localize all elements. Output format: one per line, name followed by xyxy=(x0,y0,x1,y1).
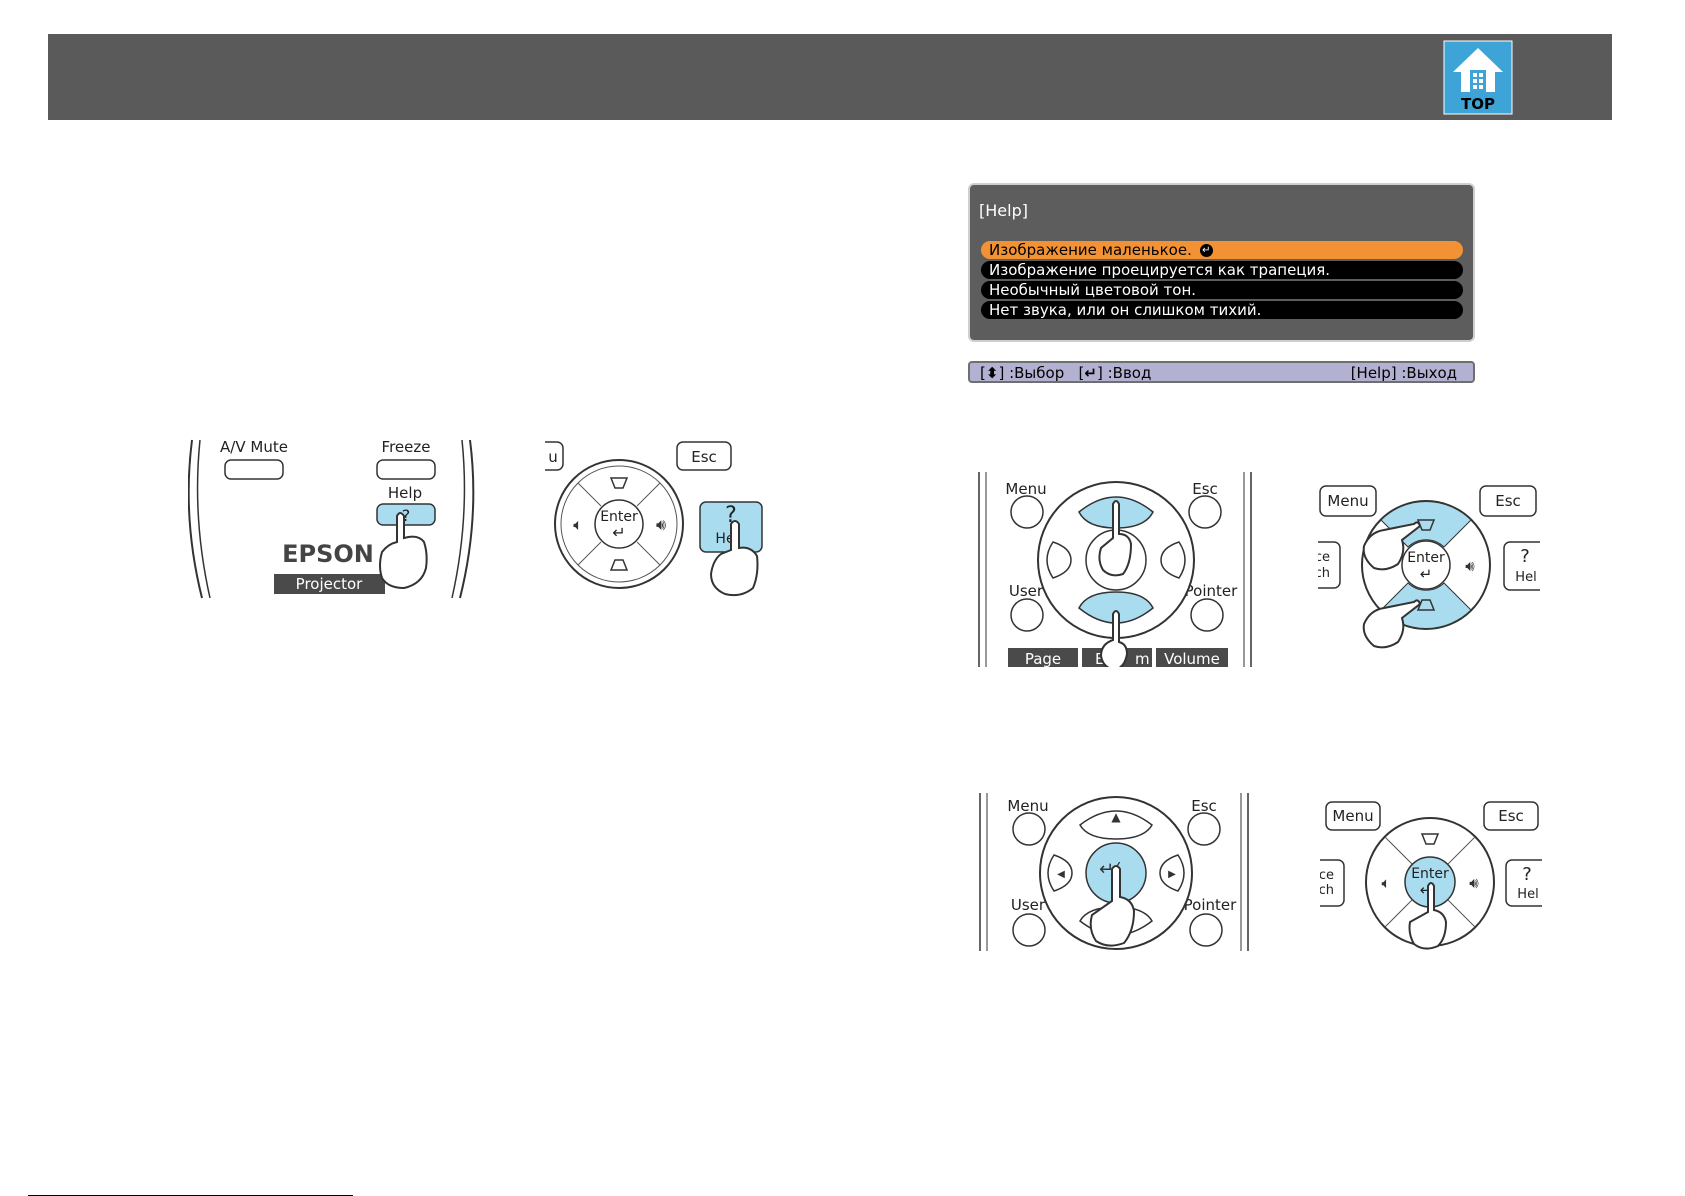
label-text: Hel xyxy=(1517,887,1538,902)
volume-up-icon: 🔊︎ xyxy=(1465,557,1475,575)
volume-up-icon: 🔊︎ xyxy=(1469,874,1479,892)
label-text: m xyxy=(1135,650,1150,667)
label-text: ? xyxy=(1522,864,1532,885)
volume-up-icon: 🔊︎ xyxy=(656,515,666,534)
remote-control-navigate-illustration: Menu Esc User Pointer ↵⁄ Page E- m Volum… xyxy=(978,472,1252,667)
user-button[interactable] xyxy=(1010,598,1044,632)
enter-arrow-icon: ↵ xyxy=(612,523,625,542)
volume-down-icon: 🔈︎ xyxy=(573,515,583,534)
label-text: Изображение маленькое. xyxy=(989,241,1192,259)
help-title: [Help] xyxy=(979,201,1028,220)
help-menu-screen: [Help] Изображение маленькое. ↵ Изображен… xyxy=(968,183,1475,342)
footer-select-label: :Выбор xyxy=(1009,364,1065,382)
help-label: Help xyxy=(388,484,422,502)
av-mute-label: A/V Mute xyxy=(220,438,288,456)
label-text: Pointer xyxy=(1185,582,1238,600)
select-key-icon: [⬍] xyxy=(980,364,1005,382)
label-text: User xyxy=(1009,582,1044,600)
label-text: Page xyxy=(1025,650,1061,667)
control-panel-navigate-illustration: Menu Esc urce arch ? Hel Enter ↵ 🔊︎ xyxy=(1318,485,1540,649)
remote-control-help-illustration: A/V Mute Freeze Help ? EPSON Projector xyxy=(188,438,475,599)
top-icon-label: TOP xyxy=(1461,95,1495,113)
label-text: Esc xyxy=(1498,807,1524,825)
esc-button[interactable] xyxy=(1188,495,1222,529)
label-text: urce xyxy=(1318,550,1330,565)
label-text: ? xyxy=(1520,546,1530,567)
help-item[interactable]: Необычный цветовой тон. xyxy=(981,281,1463,299)
remote-control-enter-illustration: Menu Esc User Pointer ↵⁄ ▲ ◀ ▶ xyxy=(979,793,1249,951)
menu-button[interactable] xyxy=(1010,495,1044,529)
esc-button[interactable] xyxy=(1187,812,1221,846)
volume-down-icon: 🔈︎ xyxy=(1381,874,1390,892)
help-item-selected[interactable]: Изображение маленькое. ↵ xyxy=(981,241,1463,259)
freeze-button[interactable] xyxy=(376,459,436,480)
label-text: Hel xyxy=(1515,570,1536,585)
av-mute-button[interactable] xyxy=(224,459,284,480)
label-text: Menu xyxy=(1332,807,1373,825)
brand-logo: EPSON xyxy=(282,540,374,568)
help-footer-bar: [⬍] :Выбор [↵] :Ввод [Help] :Выход xyxy=(968,361,1475,383)
control-panel-enter-illustration: Menu Esc urce arch ? Hel Enter ↵ 🔈︎ 🔊︎ xyxy=(1320,801,1542,950)
label-text: urce xyxy=(1320,868,1334,883)
top-icon: TOP xyxy=(1443,40,1513,115)
label-text: Enter xyxy=(1411,866,1449,882)
enter-icon: ↵ xyxy=(1199,244,1213,257)
control-panel-help-illustration: u Esc Enter ↵ 🔈︎ 🔊︎ ? He xyxy=(545,441,763,597)
right-arrow-icon: ▶ xyxy=(1168,869,1176,880)
user-button[interactable] xyxy=(1012,913,1046,947)
label-text: Esc xyxy=(691,448,717,466)
enter-key-icon: [↵] xyxy=(1078,364,1103,382)
label-text: Esc xyxy=(1495,492,1521,510)
pointer-button[interactable] xyxy=(1190,598,1224,632)
header-bar xyxy=(48,34,1612,120)
help-item[interactable]: Нет звука, или он слишком тихий. xyxy=(981,301,1463,319)
label-text: arch xyxy=(1318,566,1330,581)
left-arrow-icon: ◀ xyxy=(1057,869,1065,880)
enter-arrow-icon: ↵ xyxy=(1420,565,1433,583)
help-item[interactable]: Изображение проецируется как трапеция. xyxy=(981,261,1463,279)
label-text: Volume xyxy=(1164,650,1220,667)
label-text: Pointer xyxy=(1184,896,1237,914)
footer-exit-label: :Выход xyxy=(1401,364,1457,382)
top-link[interactable]: TOP xyxy=(1443,40,1513,115)
freeze-label: Freeze xyxy=(382,438,431,456)
projector-label: Projector xyxy=(296,575,363,593)
label-text: User xyxy=(1011,896,1046,914)
footer-enter-label: :Ввод xyxy=(1107,364,1152,382)
pointer-button[interactable] xyxy=(1189,913,1223,947)
source-search-button[interactable] xyxy=(1318,541,1341,589)
label-text: u xyxy=(548,448,558,466)
up-arrow-icon: ▲ xyxy=(1111,810,1121,824)
menu-button[interactable] xyxy=(1012,812,1046,846)
label-text: arch xyxy=(1320,883,1334,898)
label-text: Enter xyxy=(1407,550,1445,566)
footer-exit-key: [Help] xyxy=(1350,364,1397,382)
label-text: Menu xyxy=(1327,492,1368,510)
